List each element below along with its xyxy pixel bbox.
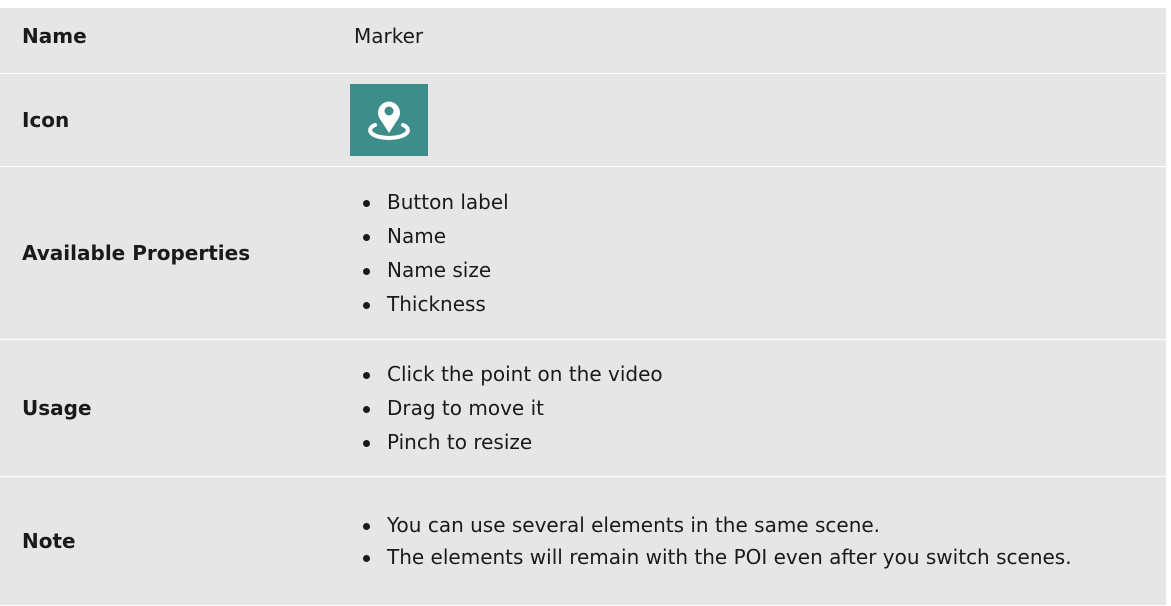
row-label: Name: [22, 24, 87, 48]
table-row-name: Name Marker: [0, 8, 1166, 74]
row-value: [328, 74, 1166, 166]
list-item: You can use several elements in the same…: [354, 511, 1166, 539]
row-value: Button label Name Name size Thickness: [328, 167, 1166, 339]
table-row-note: Note You can use several elements in the…: [0, 477, 1166, 605]
row-label: Note: [22, 529, 76, 553]
row-label: Available Properties: [22, 241, 251, 265]
list-item: Drag to move it: [354, 394, 1166, 422]
table-row-icon: Icon: [0, 74, 1166, 167]
properties-list: Button label Name Name size Thickness: [354, 182, 1166, 324]
list-item: Name: [354, 222, 1166, 250]
marker-icon-svg: [368, 101, 410, 141]
row-value: You can use several elements in the same…: [328, 477, 1166, 605]
row-value: Marker: [354, 24, 424, 48]
properties-table: Name Marker Icon Available Properties Bu…: [0, 8, 1166, 605]
table-row-usage: Usage Click the point on the video Drag …: [0, 340, 1166, 477]
list-item: Pinch to resize: [354, 428, 1166, 456]
list-item: Thickness: [354, 290, 1166, 318]
row-label: Icon: [22, 108, 70, 132]
list-item: Click the point on the video: [354, 360, 1166, 388]
list-item: The elements will remain with the POI ev…: [354, 543, 1166, 571]
row-value: Click the point on the video Drag to mov…: [328, 340, 1166, 476]
note-list: You can use several elements in the same…: [354, 507, 1166, 575]
row-label: Usage: [22, 396, 92, 420]
usage-list: Click the point on the video Drag to mov…: [354, 354, 1166, 462]
list-item: Button label: [354, 188, 1166, 216]
list-item: Name size: [354, 256, 1166, 284]
map-marker-location-icon: [350, 84, 428, 156]
table-row-available-properties: Available Properties Button label Name N…: [0, 167, 1166, 340]
